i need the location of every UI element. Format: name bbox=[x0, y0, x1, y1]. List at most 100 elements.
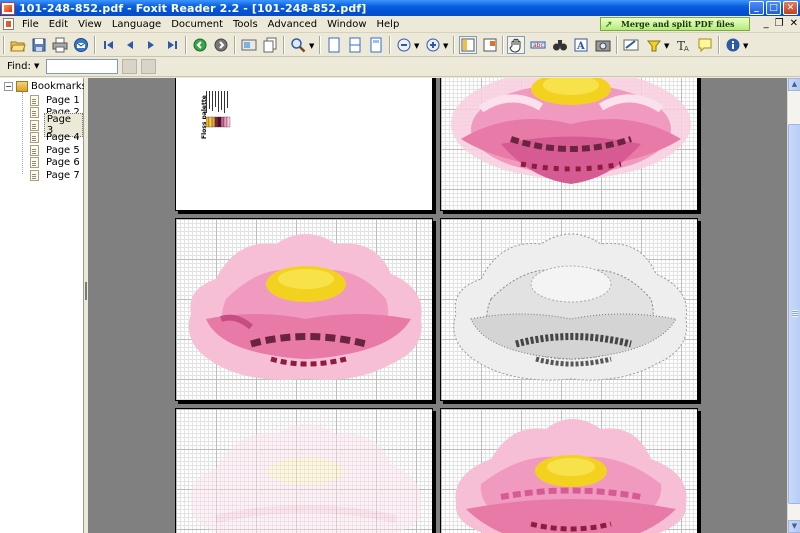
floss-swatch bbox=[217, 116, 222, 128]
flower-pattern-left bbox=[188, 234, 422, 380]
rotate-icon[interactable] bbox=[261, 36, 279, 54]
document-icon[interactable] bbox=[3, 18, 14, 30]
find-label: Find: bbox=[7, 61, 31, 72]
main-toolbar: ▼ ▼ ▼ abc A ▼ TA ▼ bbox=[0, 33, 800, 57]
doc-close-button[interactable]: ✕ bbox=[790, 18, 798, 29]
continuous-icon[interactable] bbox=[346, 36, 364, 54]
find-input[interactable] bbox=[46, 59, 118, 74]
find-icon[interactable] bbox=[551, 36, 569, 54]
bookmark-page-1[interactable]: Page 1 bbox=[30, 94, 83, 107]
zoom-out-dropdown-icon[interactable]: ▼ bbox=[414, 42, 419, 50]
go-forward-icon[interactable] bbox=[212, 36, 230, 54]
camera-icon[interactable] bbox=[594, 36, 612, 54]
foxit-app-icon[interactable] bbox=[1, 1, 15, 15]
menu-view[interactable]: View bbox=[73, 17, 107, 32]
panel-splitter[interactable] bbox=[84, 78, 87, 533]
bookmark-list: Page 1 Page 2 Page 3 Page 4 Page 5 Page … bbox=[30, 94, 83, 182]
text-select-icon[interactable]: abc bbox=[529, 36, 547, 54]
note-icon[interactable] bbox=[696, 36, 714, 54]
flower-pattern bbox=[190, 424, 422, 533]
bookmark-page-icon bbox=[30, 157, 39, 169]
find-previous-button[interactable] bbox=[122, 59, 137, 74]
doc-restore-button[interactable]: ❐ bbox=[775, 18, 784, 29]
minimize-button[interactable]: _ bbox=[749, 1, 764, 15]
snapshot-tool-icon[interactable] bbox=[240, 36, 258, 54]
svg-text:abc: abc bbox=[533, 42, 544, 49]
bookmark-page-icon bbox=[30, 119, 39, 131]
highlight-icon[interactable] bbox=[645, 36, 663, 54]
text-tool-icon[interactable]: TA bbox=[674, 36, 692, 54]
bookmark-page-icon bbox=[30, 132, 39, 144]
toolbar-separator bbox=[453, 36, 455, 54]
thumbnails-icon[interactable] bbox=[481, 36, 499, 54]
highlight-dropdown-icon[interactable]: ▼ bbox=[664, 42, 669, 50]
svg-text:A: A bbox=[576, 41, 585, 52]
menu-advanced[interactable]: Advanced bbox=[263, 17, 322, 32]
open-icon[interactable] bbox=[9, 36, 27, 54]
find-next-button[interactable] bbox=[141, 59, 156, 74]
document-view[interactable]: Floss palette bbox=[88, 78, 787, 533]
maximize-button[interactable]: □ bbox=[766, 1, 781, 15]
pen-icon[interactable] bbox=[622, 36, 640, 54]
splitter-grip[interactable] bbox=[85, 282, 87, 300]
go-back-icon[interactable] bbox=[191, 36, 209, 54]
flower-pattern bbox=[455, 419, 687, 533]
collapse-icon[interactable]: − bbox=[4, 82, 13, 91]
floss-key-text-lines bbox=[206, 91, 228, 113]
find-bar: Find: ▼ bbox=[0, 57, 800, 77]
bookmarks-root-label: Bookmarks bbox=[31, 81, 87, 92]
bookmark-page-icon bbox=[30, 94, 39, 106]
scroll-thumb[interactable] bbox=[788, 124, 800, 504]
doc-minimize-button[interactable]: _ bbox=[764, 18, 769, 29]
merge-split-promo[interactable]: ➚ Merge and split PDF files bbox=[600, 17, 750, 31]
floss-swatch bbox=[223, 116, 228, 128]
last-page-icon[interactable] bbox=[163, 36, 181, 54]
zoom-out-icon[interactable] bbox=[395, 36, 413, 54]
previous-page-icon[interactable] bbox=[121, 36, 139, 54]
bookmark-page-3[interactable]: Page 3 bbox=[30, 113, 83, 138]
save-icon[interactable] bbox=[30, 36, 48, 54]
bookmark-page-4[interactable]: Page 4 bbox=[30, 132, 83, 145]
scroll-down-icon[interactable]: ▼ bbox=[788, 520, 800, 533]
info-dropdown-icon[interactable]: ▼ bbox=[743, 42, 748, 50]
menu-bar: File Edit View Language Document Tools A… bbox=[0, 16, 800, 33]
first-page-icon[interactable] bbox=[100, 36, 118, 54]
bookmark-page-7[interactable]: Page 7 bbox=[30, 169, 83, 182]
zoom-in-dropdown-icon[interactable]: ▼ bbox=[443, 42, 448, 50]
menu-language[interactable]: Language bbox=[107, 17, 166, 32]
hand-tool-icon[interactable] bbox=[507, 36, 525, 54]
floss-swatch bbox=[226, 116, 231, 128]
menu-edit[interactable]: Edit bbox=[44, 17, 73, 32]
close-button[interactable]: ✕ bbox=[783, 1, 798, 15]
menu-help[interactable]: Help bbox=[372, 17, 405, 32]
toolbar-separator bbox=[283, 36, 285, 54]
tree-connector bbox=[22, 92, 23, 174]
flower-pattern bbox=[453, 233, 688, 381]
single-page-icon[interactable] bbox=[325, 36, 343, 54]
bookmark-page-5[interactable]: Page 5 bbox=[30, 144, 83, 157]
facing-icon[interactable] bbox=[367, 36, 385, 54]
flower-pattern bbox=[451, 78, 691, 184]
find-options-dropdown-icon[interactable]: ▼ bbox=[34, 62, 39, 70]
zoom-icon[interactable] bbox=[289, 36, 307, 54]
info-icon[interactable] bbox=[724, 36, 742, 54]
pdf-page-palette: Floss palette bbox=[175, 78, 433, 211]
typewriter-icon[interactable]: A bbox=[572, 36, 590, 54]
bookmark-page-icon bbox=[30, 144, 39, 156]
menu-tools[interactable]: Tools bbox=[228, 17, 263, 32]
vertical-scrollbar[interactable]: ▲ ▼ bbox=[787, 78, 800, 533]
scroll-up-icon[interactable]: ▲ bbox=[788, 78, 800, 91]
bookmarks-panel-icon[interactable] bbox=[459, 36, 477, 54]
bookmarks-root[interactable]: − Bookmarks bbox=[4, 81, 87, 92]
zoom-in-icon[interactable] bbox=[424, 36, 442, 54]
next-page-icon[interactable] bbox=[142, 36, 160, 54]
menu-window[interactable]: Window bbox=[322, 17, 371, 32]
bookmark-page-6[interactable]: Page 6 bbox=[30, 157, 83, 170]
promo-label: Merge and split PDF files bbox=[621, 19, 735, 29]
window-title: 101-248-852.pdf - Foxit Reader 2.2 - [10… bbox=[19, 1, 367, 15]
email-icon[interactable] bbox=[72, 36, 90, 54]
menu-file[interactable]: File bbox=[17, 17, 44, 32]
print-icon[interactable] bbox=[51, 36, 69, 54]
menu-document[interactable]: Document bbox=[166, 17, 228, 32]
zoom-dropdown-icon[interactable]: ▼ bbox=[309, 42, 314, 50]
